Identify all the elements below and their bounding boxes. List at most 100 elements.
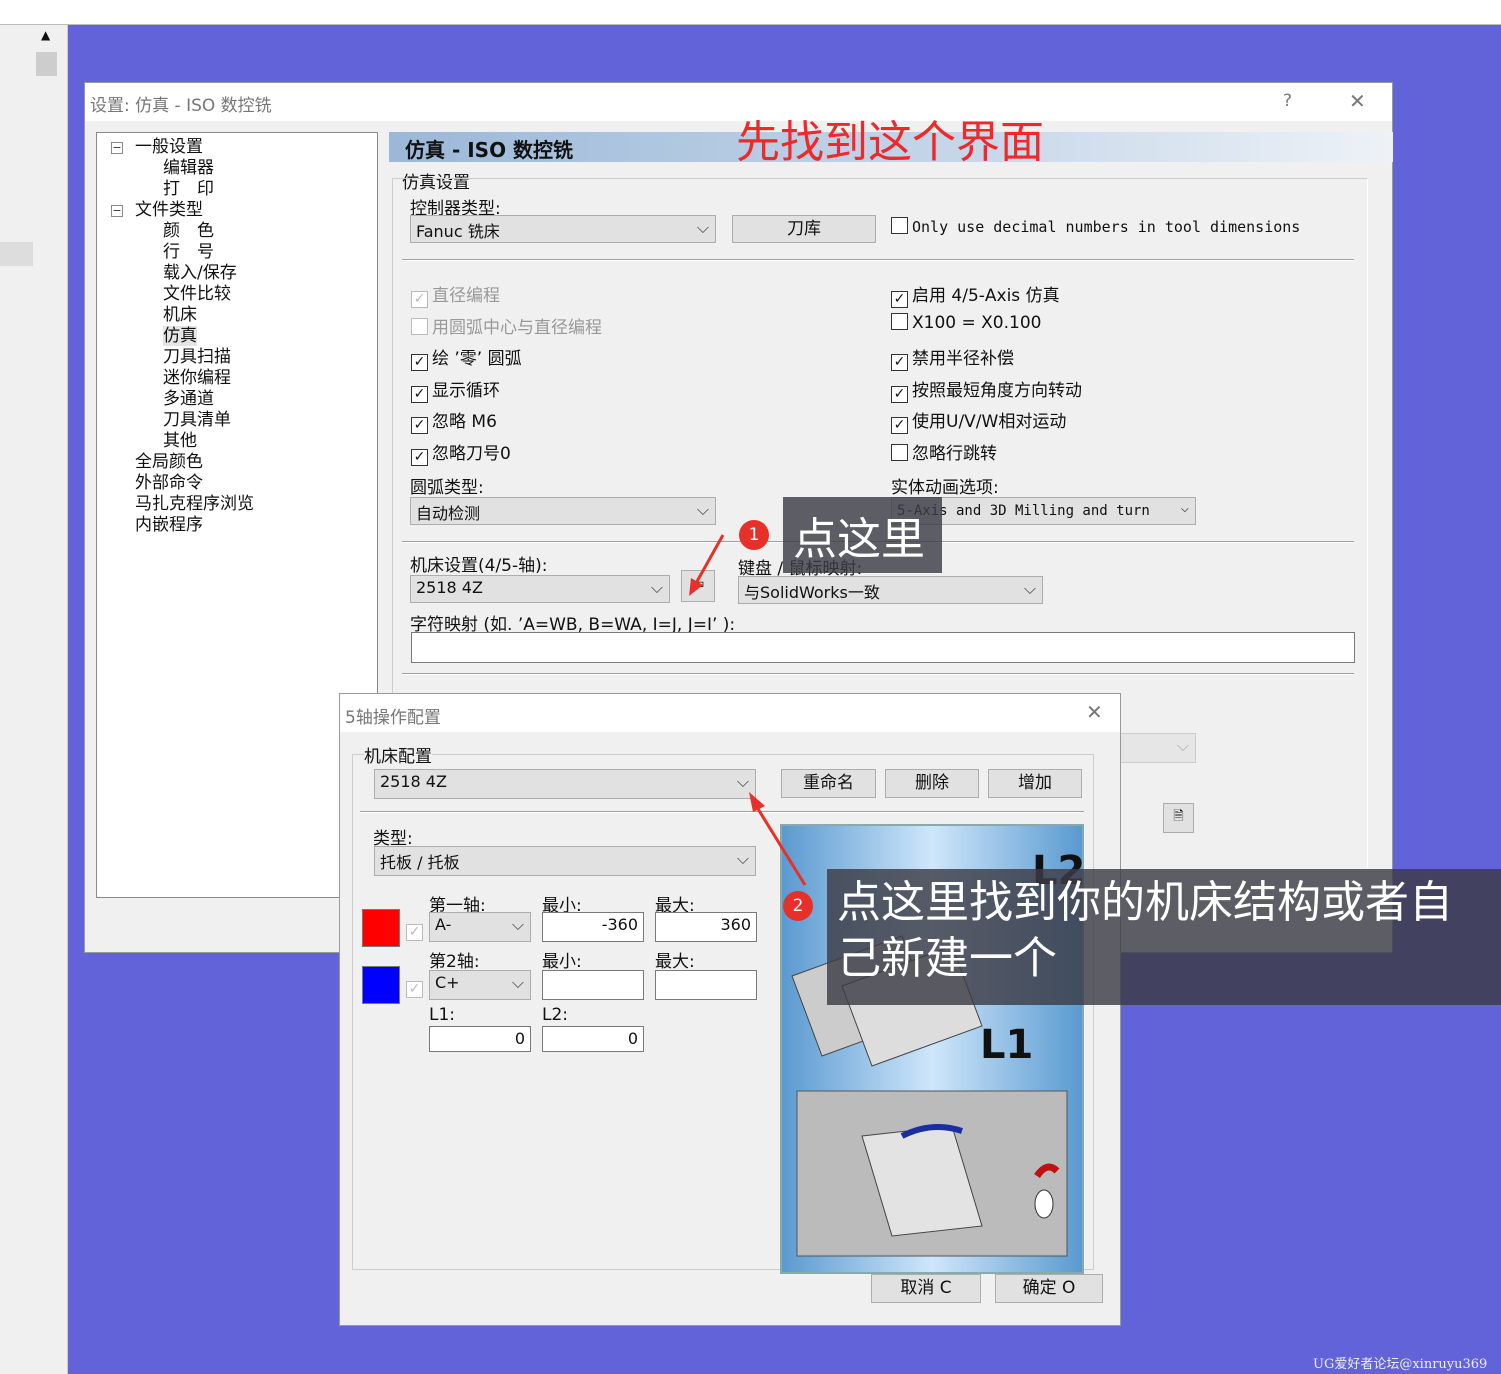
- axis2-checkbox[interactable]: ✓: [406, 976, 427, 998]
- tree-item[interactable]: 打 印: [163, 179, 214, 199]
- tree-expander-icon[interactable]: −: [111, 142, 123, 154]
- axis1-select[interactable]: A- ⌵: [429, 912, 531, 942]
- option-checkbox[interactable]: ✓ 禁用半径补偿: [891, 344, 1014, 371]
- help-button[interactable]: ?: [1283, 91, 1292, 111]
- tree-item[interactable]: 马扎克程序浏览: [135, 494, 254, 514]
- tree-item[interactable]: 刀具清单: [163, 410, 231, 430]
- add-button[interactable]: 增加: [988, 769, 1082, 798]
- ok-button[interactable]: 确定 O: [995, 1274, 1103, 1303]
- dialog-title: 5轴操作配置: [345, 708, 441, 728]
- charmap-input[interactable]: [411, 632, 1355, 663]
- option-checkbox[interactable]: ✓ 使用U/V/W相对运动: [891, 407, 1066, 434]
- option-checkbox[interactable]: ✓ 按照最短角度方向转动: [891, 376, 1082, 403]
- tool-library-button[interactable]: 刀库: [732, 215, 876, 243]
- checkbox-label: 用圆弧中心与直径编程: [432, 317, 602, 338]
- tree-item[interactable]: 文件类型: [135, 200, 203, 220]
- tree-item[interactable]: 全局颜色: [135, 452, 203, 472]
- option-checkbox[interactable]: ✓ 绘 ’零’ 圆弧: [411, 344, 522, 371]
- tree-expander-icon[interactable]: −: [111, 205, 123, 217]
- tree-item[interactable]: 多通道: [163, 389, 214, 409]
- tree-item[interactable]: 行 号: [163, 242, 214, 262]
- divider: [402, 259, 1354, 261]
- checkbox-box[interactable]: ✓: [411, 354, 428, 371]
- checkbox-box[interactable]: [891, 217, 908, 234]
- checkbox-box[interactable]: ✓: [411, 417, 428, 434]
- checkbox-box[interactable]: ✓: [411, 448, 428, 466]
- option-checkbox[interactable]: ✓ 显示循环: [411, 376, 500, 403]
- machine-value: 2518 4Z: [416, 578, 483, 597]
- scrollbar-thumb[interactable]: [36, 52, 57, 76]
- tree-item[interactable]: 文件比较: [163, 284, 231, 304]
- controller-select[interactable]: Fanuc 铣床 ⌵: [410, 215, 716, 243]
- axis2-min-input[interactable]: [542, 970, 644, 1000]
- machine-select[interactable]: 2518 4Z ⌵: [410, 575, 670, 603]
- watermark: UG爱好者论坛@xinruyu369: [1313, 1357, 1488, 1372]
- axis1-max-input[interactable]: 360: [655, 912, 757, 942]
- tree-item[interactable]: 载入/保存: [163, 263, 237, 283]
- checkbox-label: X100 = X0.100: [912, 312, 1042, 333]
- tree-item[interactable]: 一般设置: [135, 137, 203, 157]
- option-checkbox[interactable]: ✓ 忽略刀号0: [411, 439, 511, 466]
- axis1-min-input[interactable]: -360: [542, 912, 644, 942]
- option-checkbox[interactable]: ✓ 直径编程: [411, 281, 500, 308]
- document-icon: 🗎: [1173, 809, 1184, 824]
- scrollbar[interactable]: ▲: [35, 25, 68, 1374]
- axis1-checkbox[interactable]: ✓: [406, 919, 427, 941]
- axis2-select[interactable]: C+ ⌵: [429, 970, 531, 1000]
- arc-type-select[interactable]: 自动检测 ⌵: [410, 497, 716, 525]
- cancel-button[interactable]: 取消 C: [871, 1274, 981, 1303]
- option-checkbox[interactable]: 忽略行跳转: [891, 439, 997, 464]
- checkbox-box[interactable]: ✓: [891, 291, 908, 308]
- checkbox-box[interactable]: ✓: [406, 981, 423, 998]
- scroll-up-icon[interactable]: ▲: [41, 28, 50, 42]
- tree-item[interactable]: 颜 色: [163, 221, 214, 241]
- tree-item[interactable]: 机床: [163, 305, 197, 325]
- l2-input[interactable]: 0: [542, 1026, 644, 1052]
- left-pane: [0, 25, 35, 1374]
- close-button[interactable]: ✕: [1086, 700, 1103, 724]
- checkbox-box[interactable]: [891, 312, 908, 330]
- close-button[interactable]: ✕: [1349, 89, 1366, 113]
- arrow-2: [749, 792, 807, 886]
- l1-input[interactable]: 0: [429, 1026, 531, 1052]
- tree-item[interactable]: 内嵌程序: [135, 515, 203, 535]
- checkbox-box[interactable]: ✓: [891, 354, 908, 371]
- hidden-select[interactable]: ⌵: [1120, 733, 1196, 763]
- option-checkbox[interactable]: ✓ 忽略 M6: [411, 407, 497, 434]
- tree-item[interactable]: 仿真: [163, 326, 197, 346]
- tree-item[interactable]: 外部命令: [135, 473, 203, 493]
- chevron-down-icon: ⌵: [736, 772, 749, 791]
- decimal-only-checkbox[interactable]: Only use decimal numbers in tool dimensi…: [891, 217, 1300, 236]
- tree-item[interactable]: 迷你编程: [163, 368, 231, 388]
- kbd-select[interactable]: 与SolidWorks一致 ⌵: [738, 576, 1043, 604]
- settings-tree: − 一般设置 编辑器打 印 − 文件类型颜 色行 号载入/保存 文件比较 机床 仿真 刀具扫描迷…: [96, 132, 378, 898]
- delete-button[interactable]: 删除: [885, 769, 979, 798]
- checkbox-label: 忽略行跳转: [912, 443, 997, 464]
- checkbox-box[interactable]: ✓: [411, 385, 428, 403]
- tree-item[interactable]: 其他: [163, 431, 197, 451]
- chevron-down-icon: ⌵: [650, 578, 663, 597]
- checkbox-box[interactable]: ✓: [406, 924, 423, 941]
- min-label: 最小:: [542, 952, 582, 972]
- axis1-color-swatch[interactable]: [362, 909, 400, 947]
- checkbox-box[interactable]: ✓: [891, 417, 908, 434]
- option-checkbox[interactable]: 用圆弧中心与直径编程: [411, 313, 602, 338]
- tree-item[interactable]: 编辑器: [163, 158, 214, 178]
- checkbox-box[interactable]: [891, 443, 908, 461]
- checkbox-label: 忽略 M6: [432, 412, 497, 432]
- option-checkbox[interactable]: X100 = X0.100: [891, 312, 1042, 333]
- option-checkbox[interactable]: ✓ 启用 4/5-Axis 仿真: [891, 281, 1060, 308]
- diagram-l1-label: L1: [980, 1022, 1034, 1068]
- browse-button[interactable]: 🗎: [1163, 803, 1194, 833]
- axis2-color-swatch[interactable]: [362, 966, 400, 1004]
- max-label: 最大:: [655, 952, 695, 972]
- controller-value: Fanuc 铣床: [416, 222, 500, 241]
- type-select[interactable]: 托板 / 托板 ⌵: [374, 846, 756, 876]
- tree-item[interactable]: 刀具扫描: [163, 347, 231, 367]
- config-select[interactable]: 2518 4Z ⌵: [374, 769, 756, 799]
- checkbox-box[interactable]: ✓: [411, 291, 428, 308]
- axis2-max-input[interactable]: [655, 970, 757, 1000]
- checkbox-box[interactable]: ✓: [891, 385, 908, 403]
- checkbox-box[interactable]: [411, 317, 428, 335]
- annotation-step1: 点这里: [783, 497, 942, 573]
